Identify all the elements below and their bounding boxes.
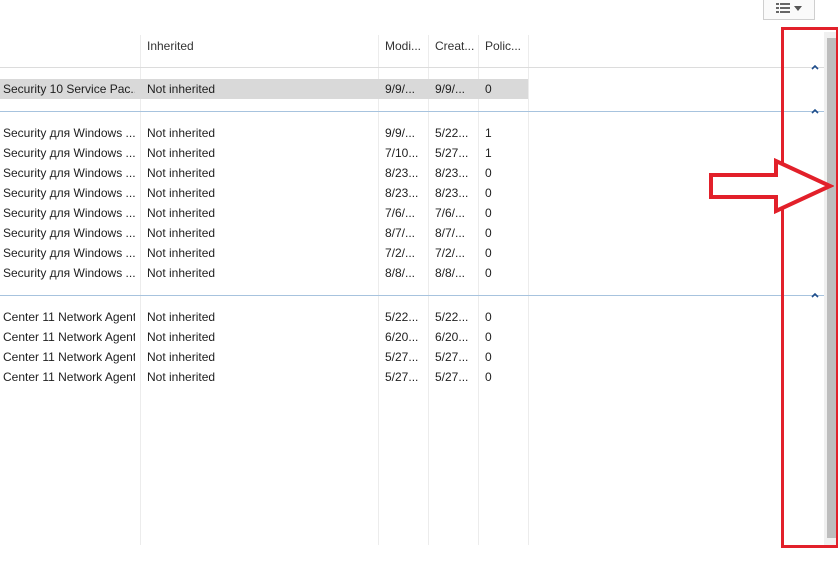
cell-name: Center 11 Network Agent (3, 370, 135, 384)
cell-policies: 0 (485, 166, 492, 180)
cell-policies: 0 (485, 350, 492, 364)
arrow-right-icon (709, 158, 834, 214)
cell-policies: 1 (485, 146, 492, 160)
cell-inherited: Not inherited (147, 246, 216, 260)
cell-inherited: Not inherited (147, 330, 216, 344)
column-header-created[interactable]: Creat... (435, 39, 474, 53)
table-row[interactable]: Security для Windows ... Not inherited 7… (0, 243, 528, 263)
cell-created: 5/27... (435, 370, 469, 384)
cell-modified: 6/20... (385, 330, 419, 344)
cell-inherited: Not inherited (147, 126, 216, 140)
cell-created: 8/23... (435, 166, 469, 180)
cell-name: Security для Windows ... (3, 246, 135, 260)
cell-created: 8/7/... (435, 226, 466, 240)
table-row[interactable]: Security 10 Service Pac... Not inherited… (0, 79, 528, 99)
cell-policies: 0 (485, 82, 492, 96)
cell-policies: 0 (485, 370, 492, 384)
cell-created: 5/22... (435, 126, 469, 140)
header-divider (0, 67, 838, 68)
cell-inherited: Not inherited (147, 226, 216, 240)
cell-name: Security для Windows ... (3, 146, 135, 160)
table-row[interactable]: Security для Windows ... Not inherited 8… (0, 223, 528, 243)
chevron-down-icon (794, 5, 802, 11)
table-row[interactable]: Security для Windows ... Not inherited 9… (0, 123, 528, 143)
cell-modified: 9/9/... (385, 126, 416, 140)
table-row[interactable]: Center 11 Network Agent Not inherited 5/… (0, 307, 528, 327)
cell-created: 5/22... (435, 310, 469, 324)
highlight-box (781, 27, 838, 548)
cell-policies: 0 (485, 246, 492, 260)
cell-modified: 5/22... (385, 310, 419, 324)
watermark (712, 557, 822, 563)
cell-created: 9/9/... (435, 82, 466, 96)
view-options-button[interactable] (763, 0, 815, 20)
table-row[interactable]: Center 11 Network Agent Not inherited 5/… (0, 347, 528, 367)
cell-created: 5/27... (435, 350, 469, 364)
cell-modified: 8/23... (385, 166, 419, 180)
cell-inherited: Not inherited (147, 186, 216, 200)
cell-inherited: Not inherited (147, 310, 216, 324)
cell-name: Security для Windows ... (3, 226, 135, 240)
cell-modified: 5/27... (385, 350, 419, 364)
cell-inherited: Not inherited (147, 370, 216, 384)
cell-policies: 0 (485, 330, 492, 344)
cell-inherited: Not inherited (147, 266, 216, 280)
cell-created: 8/8/... (435, 266, 466, 280)
cell-modified: 5/27... (385, 370, 419, 384)
cell-name: Security для Windows ... (3, 126, 135, 140)
table-row[interactable]: Security для Windows ... Not inherited 8… (0, 163, 528, 183)
cell-policies: 1 (485, 126, 492, 140)
cell-inherited: Not inherited (147, 82, 216, 96)
cell-created: 7/6/... (435, 206, 466, 220)
cell-policies: 0 (485, 206, 492, 220)
group-divider (0, 295, 838, 296)
table-row[interactable]: Security для Windows ... Not inherited 7… (0, 203, 528, 223)
table-row[interactable]: Security для Windows ... Not inherited 8… (0, 183, 528, 203)
cell-name: Security для Windows ... (3, 186, 135, 200)
cell-created: 5/27... (435, 146, 469, 160)
cell-modified: 8/23... (385, 186, 419, 200)
group-divider (0, 111, 838, 112)
cell-name: Security для Windows ... (3, 206, 135, 220)
cell-name: Center 11 Network Agent (3, 330, 135, 344)
cell-modified: 9/9/... (385, 82, 416, 96)
table-row[interactable]: Security для Windows ... Not inherited 8… (0, 263, 528, 283)
cell-modified: 7/6/... (385, 206, 416, 220)
cell-modified: 8/8/... (385, 266, 416, 280)
cell-modified: 7/10... (385, 146, 419, 160)
cell-policies: 0 (485, 310, 492, 324)
cell-modified: 7/2/... (385, 246, 416, 260)
cell-created: 6/20... (435, 330, 469, 344)
cell-name: Security для Windows ... (3, 266, 135, 280)
cell-modified: 8/7/... (385, 226, 416, 240)
cell-inherited: Not inherited (147, 146, 216, 160)
cell-policies: 0 (485, 186, 492, 200)
view-options-icon (776, 3, 790, 13)
column-header-inherited[interactable]: Inherited (147, 39, 194, 53)
cell-name: Security 10 Service Pac... (3, 82, 135, 96)
cell-inherited: Not inherited (147, 206, 216, 220)
column-header-modified[interactable]: Modi... (385, 39, 421, 53)
cell-policies: 0 (485, 266, 492, 280)
column-header-policies[interactable]: Polic... (485, 39, 521, 53)
cell-name: Center 11 Network Agent (3, 310, 135, 324)
cell-name: Security для Windows ... (3, 166, 135, 180)
table-row[interactable]: Center 11 Network Agent Not inherited 6/… (0, 327, 528, 347)
table-row[interactable]: Center 11 Network Agent Not inherited 5/… (0, 367, 528, 387)
cell-inherited: Not inherited (147, 350, 216, 364)
cell-policies: 0 (485, 226, 492, 240)
cell-inherited: Not inherited (147, 166, 216, 180)
cell-created: 7/2/... (435, 246, 466, 260)
cell-created: 8/23... (435, 186, 469, 200)
cell-name: Center 11 Network Agent (3, 350, 135, 364)
table-row[interactable]: Security для Windows ... Not inherited 7… (0, 143, 528, 163)
